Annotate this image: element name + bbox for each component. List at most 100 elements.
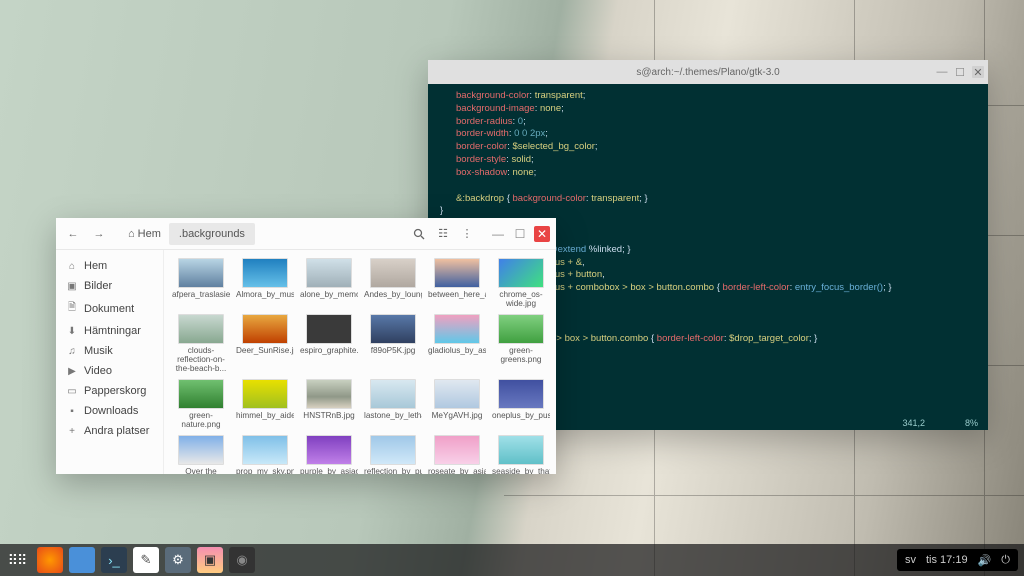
file-thumb[interactable]: HNSTRnB.jpg xyxy=(298,377,360,431)
power-icon[interactable]: ⏻ xyxy=(1001,554,1010,567)
sidebar-item-label: Musik xyxy=(84,345,113,357)
thumbnail-image xyxy=(306,435,352,465)
thumbnail-image xyxy=(242,435,288,465)
file-thumb[interactable]: reflection_by_puscifer91.png xyxy=(362,433,424,474)
file-thumb[interactable]: gladiolus_by_asiaonly.jpg xyxy=(426,312,488,375)
file-thumb[interactable]: prop_my_sky.png xyxy=(234,433,296,474)
thumbnail-image xyxy=(498,258,544,288)
file-name: green-greens.png xyxy=(492,346,550,364)
taskbar-app-image[interactable]: ▣ xyxy=(197,547,223,573)
file-name: chrome_os-wide.jpg xyxy=(492,290,550,308)
thumbnail-image xyxy=(306,314,352,344)
sidebar-item[interactable]: ▪ Downloads xyxy=(56,401,163,421)
sidebar-item[interactable]: 🗎Dokument xyxy=(56,296,163,321)
file-thumb[interactable]: Deer_SunRise.jpg xyxy=(234,312,296,375)
forward-button[interactable]: → xyxy=(88,223,110,245)
taskbar-app-thunar[interactable] xyxy=(69,547,95,573)
thumbnail-image xyxy=(306,379,352,409)
thumbnail-image xyxy=(242,314,288,344)
thumbnail-image xyxy=(370,258,416,288)
file-name: HNSTRnB.jpg xyxy=(303,411,354,420)
thumbnail-image xyxy=(242,379,288,409)
sidebar-item-label: Hem xyxy=(84,260,107,272)
file-name: reflection_by_puscifer91.png xyxy=(364,467,422,474)
sidebar-item-label: Downloads xyxy=(84,405,138,417)
file-grid: afpera_traslasierra_by_adn_per...Almora_… xyxy=(164,250,556,474)
file-thumb[interactable]: MeYgAVH.jpg xyxy=(426,377,488,431)
file-name: alone_by_memovaslg.png xyxy=(300,290,358,299)
taskbar-app-firefox[interactable] xyxy=(37,547,63,573)
terminal-titlebar[interactable]: s@arch:~/.themes/Plano/gtk-3.0 — ☐ ✕ xyxy=(428,60,988,84)
sidebar-item-icon: ▣ xyxy=(66,281,78,292)
file-thumb[interactable]: chrome_os-wide.jpg xyxy=(490,256,552,310)
file-thumb[interactable]: green-greens.png xyxy=(490,312,552,375)
terminal-close-button[interactable]: ✕ xyxy=(972,66,984,78)
taskbar-app-terminal[interactable]: ›_ xyxy=(101,547,127,573)
sidebar-item-label: Hämtningar xyxy=(84,325,141,337)
sidebar-item[interactable]: +Andra platser xyxy=(56,421,163,441)
thumbnail-image xyxy=(178,258,224,288)
file-thumb[interactable]: f89oP5K.jpg xyxy=(362,312,424,375)
file-thumb[interactable]: lastone_by_lethalnik_art.jpg xyxy=(362,377,424,431)
file-manager-window: ← → ⌂Hem .backgrounds ☷ ⋮ — ☐ ✕ ⌂Hem▣Bil… xyxy=(56,218,556,474)
sidebar-item-icon: ♫ xyxy=(66,346,78,357)
file-manager-sidebar: ⌂ Hem ▣ Bilder 🗎Dokument⬇Hämtningar ♫ Musik ▶ Vi… xyxy=(56,250,164,474)
taskbar-app-settings[interactable]: ⚙ xyxy=(165,547,191,573)
file-thumb[interactable]: purple_by_asiaonly.jpg xyxy=(298,433,360,474)
fm-minimize-button[interactable]: — xyxy=(490,226,506,242)
file-thumb[interactable]: Almora_by_mustberesult.png xyxy=(234,256,296,310)
terminal-title: s@arch:~/.themes/Plano/gtk-3.0 xyxy=(428,67,988,78)
file-thumb[interactable]: afpera_traslasierra_by_adn_per... xyxy=(170,256,232,310)
volume-icon[interactable]: 🔊 xyxy=(978,554,992,567)
back-button[interactable]: ← xyxy=(62,223,84,245)
sidebar-item[interactable]: ⌂ Hem xyxy=(56,256,163,276)
sidebar-item[interactable]: ♫ Musik xyxy=(56,341,163,361)
sidebar-item-label: Video xyxy=(84,365,112,377)
file-thumb[interactable]: between_here_and_there_deskt... xyxy=(426,256,488,310)
file-thumb[interactable]: green-nature.png xyxy=(170,377,232,431)
breadcrumb-home[interactable]: ⌂Hem xyxy=(120,228,169,240)
keyboard-indicator[interactable]: sv xyxy=(905,554,916,566)
file-name: between_here_and_there_deskt... xyxy=(428,290,486,299)
thumbnail-image xyxy=(434,435,480,465)
home-icon: ⌂ xyxy=(128,228,135,240)
terminal-maximize-button[interactable]: ☐ xyxy=(954,66,966,78)
sidebar-item-label: Papperskorg xyxy=(84,385,146,397)
sidebar-item-icon: ▶ xyxy=(66,366,78,377)
file-thumb[interactable]: seaside_by_thatonetommy.png xyxy=(490,433,552,474)
file-name: purple_by_asiaonly.jpg xyxy=(300,467,358,474)
file-thumb[interactable]: Andes_by_loungedy.jpg xyxy=(362,256,424,310)
terminal-minimize-button[interactable]: — xyxy=(936,66,948,78)
fm-maximize-button[interactable]: ☐ xyxy=(512,226,528,242)
file-name: espiro_graphite.jpg xyxy=(300,346,358,355)
file-thumb[interactable]: himmel_by_aidendrew.jpg xyxy=(234,377,296,431)
clock[interactable]: tis 17:19 xyxy=(926,554,968,566)
fm-close-button[interactable]: ✕ xyxy=(534,226,550,242)
file-thumb[interactable]: espiro_graphite.jpg xyxy=(298,312,360,375)
sidebar-item[interactable]: ⬇Hämtningar xyxy=(56,321,163,341)
view-toggle-button[interactable]: ☷ xyxy=(432,223,454,245)
file-thumb[interactable]: roseate_by_asiaonly.jpg xyxy=(426,433,488,474)
taskbar-app-editor[interactable]: ✎ xyxy=(133,547,159,573)
breadcrumb-folder[interactable]: .backgrounds xyxy=(169,223,255,245)
menu-button[interactable]: ⋮ xyxy=(456,223,478,245)
file-name: seaside_by_thatonetommy.png xyxy=(492,467,550,474)
sidebar-item-label: Bilder xyxy=(84,280,112,292)
file-thumb[interactable]: Over the clouds_by_gieffe22.jpg xyxy=(170,433,232,474)
search-button[interactable] xyxy=(408,223,430,245)
thumbnail-image xyxy=(434,258,480,288)
sidebar-item-icon: ⌂ xyxy=(66,261,78,272)
sidebar-item-icon: ▭ xyxy=(66,386,78,397)
sidebar-item[interactable]: ▭ Papperskorg xyxy=(56,381,163,401)
file-name: oneplus_by_puscifer91.png xyxy=(492,411,550,420)
taskbar-app-dark[interactable]: ◉ xyxy=(229,547,255,573)
app-launcher-button[interactable]: ⠿⠿ xyxy=(6,549,28,571)
thumbnail-image xyxy=(434,314,480,344)
file-thumb[interactable]: oneplus_by_puscifer91.png xyxy=(490,377,552,431)
sidebar-item-icon: ▪ xyxy=(66,406,78,417)
sidebar-item[interactable]: ▶ Video xyxy=(56,361,163,381)
file-thumb[interactable]: alone_by_memovaslg.png xyxy=(298,256,360,310)
sidebar-item[interactable]: ▣ Bilder xyxy=(56,276,163,296)
file-thumb[interactable]: clouds-reflection-on-the-beach-b... xyxy=(170,312,232,375)
file-name: Over the clouds_by_gieffe22.jpg xyxy=(172,467,230,474)
